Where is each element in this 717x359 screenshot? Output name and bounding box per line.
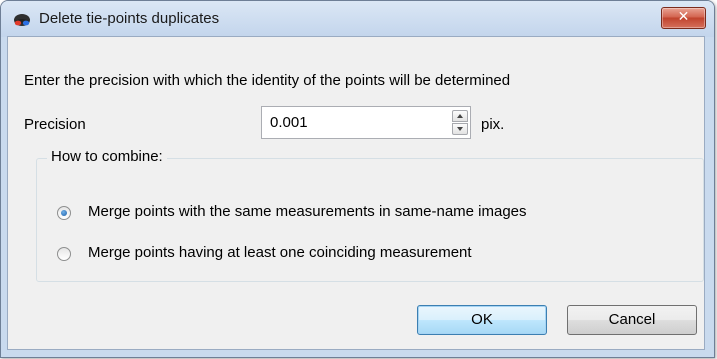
merge-same-measurements-radio[interactable] [57, 206, 71, 220]
spin-down-button[interactable] [452, 123, 468, 135]
merge-same-measurements-label[interactable]: Merge points with the same measurements … [88, 203, 527, 220]
title-bar[interactable]: Delete tie-points duplicates ✕ [1, 1, 714, 37]
combine-groupbox [36, 158, 704, 282]
anaglyph-glasses-icon [14, 14, 30, 26]
merge-coinciding-measurement-radio[interactable] [57, 247, 71, 261]
cancel-button[interactable]: Cancel [567, 305, 697, 335]
instruction-text: Enter the precision with which the ident… [24, 72, 511, 89]
arrow-up-icon [457, 114, 463, 118]
combine-group-title: How to combine: [47, 148, 167, 165]
dialog-title: Delete tie-points duplicates [39, 10, 220, 27]
merge-coinciding-measurement-label[interactable]: Merge points having at least one coincid… [88, 244, 472, 261]
radio-selected-dot [61, 210, 67, 216]
spin-up-button[interactable] [452, 110, 468, 122]
precision-value[interactable]: 0.001 [270, 114, 308, 131]
precision-label: Precision [24, 116, 86, 133]
arrow-down-icon [457, 127, 463, 131]
ok-button[interactable]: OK [417, 305, 547, 335]
close-icon: ✕ [677, 9, 690, 25]
precision-unit: pix. [481, 116, 505, 133]
spin-buttons [452, 110, 468, 135]
close-button[interactable]: ✕ [661, 7, 706, 29]
precision-spinbox[interactable]: 0.001 [261, 106, 471, 139]
